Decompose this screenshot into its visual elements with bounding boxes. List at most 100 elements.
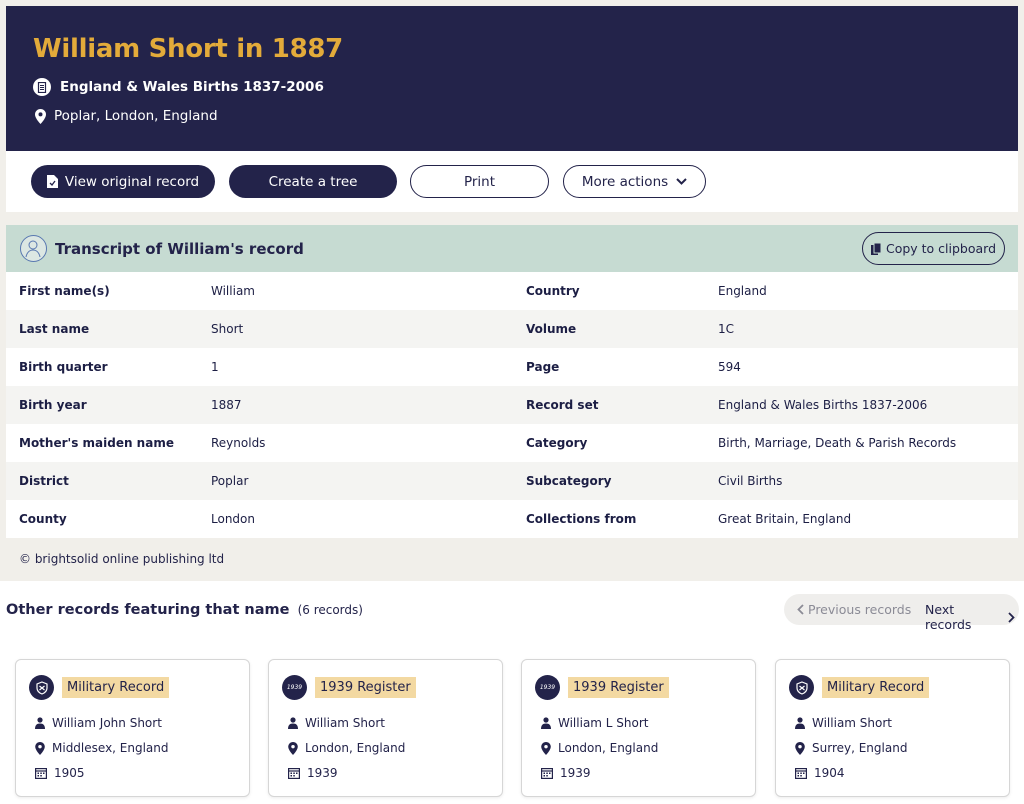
- other-records-section: Other records featuring that name (6 rec…: [0, 581, 1024, 804]
- field-label: District: [19, 474, 69, 488]
- field-value: London: [211, 512, 255, 526]
- field-value: 1: [211, 360, 219, 374]
- person-icon: [795, 717, 805, 729]
- record-header: William Short in 1887 England & Wales Bi…: [6, 6, 1018, 151]
- register-1939-icon: 1939: [282, 675, 307, 700]
- more-actions-button[interactable]: More actions: [563, 165, 706, 198]
- record-card[interactable]: 1939 1939 Register William Short London,…: [268, 659, 503, 797]
- records-count: (6 records): [297, 603, 363, 617]
- location-pin-icon: [35, 741, 45, 755]
- document-icon: [33, 78, 51, 96]
- field-value: 1C: [718, 322, 735, 336]
- location-pin-icon: [541, 741, 551, 755]
- location-row: Poplar, London, England: [33, 107, 218, 125]
- copyright-notice: © brightsolid online publishing ltd: [19, 552, 225, 566]
- print-button[interactable]: Print: [410, 165, 549, 198]
- field-value: England: [718, 284, 767, 298]
- field-label: Volume: [526, 322, 577, 336]
- table-row: Birth year 1887 Record set England & Wal…: [6, 386, 1018, 424]
- field-label: Birth year: [19, 398, 87, 412]
- card-year-row: 1939: [288, 766, 338, 780]
- record-type-badge: 1939 Register: [568, 677, 669, 698]
- location-pin-icon: [288, 741, 298, 755]
- location-text: Poplar, London, England: [54, 108, 218, 124]
- field-value: Poplar: [211, 474, 249, 488]
- table-row: First name(s) William Country England: [6, 272, 1018, 310]
- military-icon: [29, 675, 54, 700]
- field-label: Collections from: [526, 512, 637, 526]
- calendar-icon: [795, 768, 807, 779]
- field-label: Category: [526, 436, 588, 450]
- create-tree-button[interactable]: Create a tree: [229, 165, 397, 198]
- card-place-row: Middlesex, England: [35, 741, 169, 755]
- calendar-icon: [35, 768, 47, 779]
- person-avatar-icon: [20, 235, 47, 262]
- copy-to-clipboard-button[interactable]: Copy to clipboard: [862, 232, 1005, 265]
- calendar-icon: [541, 768, 553, 779]
- field-label: County: [19, 512, 67, 526]
- page-title: William Short in 1887: [33, 34, 343, 64]
- card-year-row: 1939: [541, 766, 591, 780]
- card-place-row: London, England: [541, 741, 658, 755]
- transcript-table: First name(s) William Country England La…: [6, 272, 1018, 538]
- location-pin-icon: [795, 741, 805, 755]
- record-card[interactable]: Military Record William Short Surrey, En…: [775, 659, 1010, 797]
- record-type-badge: Military Record: [62, 677, 170, 698]
- transcript-header: Transcript of William's record Copy to c…: [6, 225, 1018, 272]
- collection-row: England & Wales Births 1837-2006: [33, 78, 324, 96]
- field-value: 1887: [211, 398, 242, 412]
- person-icon: [35, 717, 45, 729]
- location-pin-icon: [33, 107, 47, 125]
- field-label: Country: [526, 284, 580, 298]
- field-value: Great Britain, England: [718, 512, 852, 526]
- transcript-title: Transcript of William's record: [55, 240, 304, 258]
- field-value: Civil Births: [718, 474, 783, 488]
- field-value: 594: [718, 360, 741, 374]
- table-row: Last name Short Volume 1C: [6, 310, 1018, 348]
- card-year-row: 1905: [35, 766, 85, 780]
- card-name-row: William Short: [288, 716, 385, 730]
- field-value: William: [211, 284, 255, 298]
- register-1939-icon: 1939: [535, 675, 560, 700]
- chevron-down-icon: [676, 178, 687, 185]
- field-label: Page: [526, 360, 560, 374]
- previous-records-button[interactable]: Previous records: [793, 602, 911, 617]
- field-value: Birth, Marriage, Death & Parish Records: [718, 436, 957, 450]
- field-label: First name(s): [19, 284, 110, 298]
- card-name-row: William Short: [795, 716, 892, 730]
- chevron-right-icon: [1008, 611, 1015, 623]
- military-icon: [789, 675, 814, 700]
- record-card[interactable]: 1939 1939 Register William L Short Londo…: [521, 659, 756, 797]
- calendar-icon: [288, 768, 300, 779]
- file-icon: [46, 175, 58, 188]
- person-icon: [541, 717, 551, 729]
- table-row: Mother's maiden name Reynolds Category B…: [6, 424, 1018, 462]
- next-records-button[interactable]: Next records: [925, 602, 1019, 632]
- record-type-badge: Military Record: [822, 677, 930, 698]
- field-label: Mother's maiden name: [19, 436, 174, 450]
- collection-name: England & Wales Births 1837-2006: [60, 79, 324, 95]
- field-label: Record set: [526, 398, 599, 412]
- record-type-badge: 1939 Register: [315, 677, 416, 698]
- record-card[interactable]: Military Record William John Short Middl…: [15, 659, 250, 797]
- copy-icon: [870, 242, 881, 255]
- chevron-left-icon: [797, 604, 804, 615]
- table-row: Birth quarter 1 Page 594: [6, 348, 1018, 386]
- card-year-row: 1904: [795, 766, 845, 780]
- other-records-title: Other records featuring that name (6 rec…: [6, 602, 363, 618]
- card-place-row: London, England: [288, 741, 405, 755]
- records-pager: Previous records Next records: [784, 594, 1019, 632]
- field-label: Subcategory: [526, 474, 612, 488]
- field-value: England & Wales Births 1837-2006: [718, 398, 928, 412]
- table-row: District Poplar Subcategory Civil Births: [6, 462, 1018, 500]
- card-place-row: Surrey, England: [795, 741, 907, 755]
- table-row: County London Collections from Great Bri…: [6, 500, 1018, 538]
- card-name-row: William John Short: [35, 716, 162, 730]
- action-bar: View original record Create a tree Print…: [6, 151, 1018, 212]
- field-label: Birth quarter: [19, 360, 108, 374]
- person-icon: [288, 717, 298, 729]
- card-name-row: William L Short: [541, 716, 649, 730]
- field-value: Reynolds: [211, 436, 266, 450]
- field-label: Last name: [19, 322, 90, 336]
- view-original-record-button[interactable]: View original record: [31, 165, 215, 198]
